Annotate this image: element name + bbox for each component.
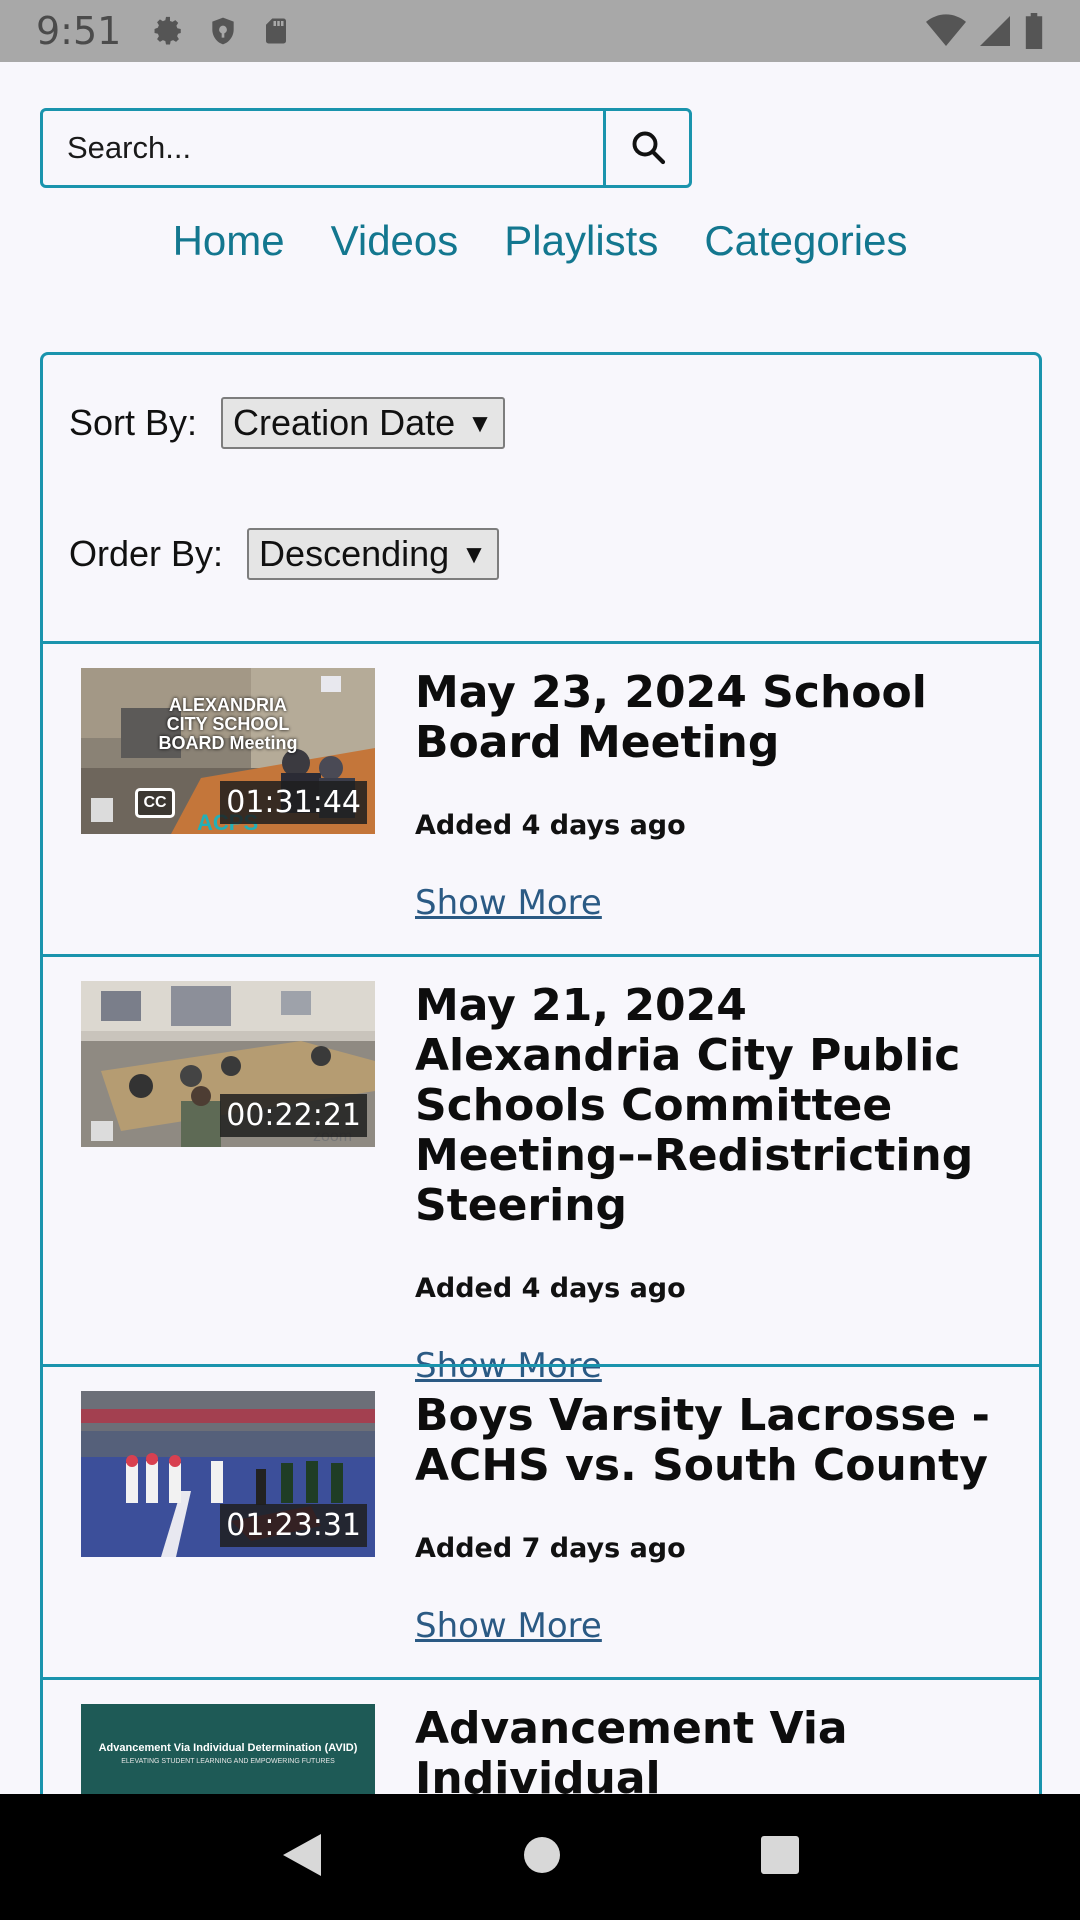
video-item: Advancement Via Individual Determination… [40,1677,1042,1794]
video-duration: 00:22:21 [220,1094,367,1137]
video-info: Advancement Via Individual Determination [415,1680,1015,1795]
wifi-icon [926,14,966,48]
sort-by-select[interactable]: Creation Date ▼ [221,397,505,449]
order-by-value: Descending [259,533,450,574]
home-icon[interactable] [522,1835,562,1880]
sort-by-row: Sort By: Creation Date ▼ [69,397,505,449]
video-thumbnail[interactable]: Advancement Via Individual Determination… [81,1704,375,1794]
video-duration: 01:23:31 [220,1504,367,1547]
search-button[interactable] [603,111,689,185]
video-thumbnail[interactable]: ACPS ALEXANDRIA CITY SCHOOL BOARD Meetin… [81,668,375,834]
video-info: May 21, 2024 Alexandria City Public Scho… [415,957,1015,1387]
recents-icon[interactable] [759,1834,801,1881]
video-title[interactable]: Advancement Via Individual Determination [415,1704,1015,1795]
sort-panel: Sort By: Creation Date ▼ Order By: Desce… [40,352,1042,644]
system-nav-bar [0,1794,1080,1920]
nav-playlists[interactable]: Playlists [504,217,658,265]
sort-by-value: Creation Date [233,402,456,443]
video-thumbnail[interactable]: zoom 00:22:21 [81,981,375,1147]
page-content: Home Videos Playlists Categories Sort By… [0,62,1080,1794]
video-list: ACPS ALEXANDRIA CITY SCHOOL BOARD Meetin… [40,641,1042,1794]
video-info: May 23, 2024 School Board Meeting Added … [415,644,1015,924]
video-item: ACPS ALEXANDRIA CITY SCHOOL BOARD Meetin… [40,641,1042,957]
gear-icon [151,14,185,48]
closed-captions-icon: CC [135,788,175,818]
status-bar: 9:51 [0,0,1080,62]
sort-by-label: Sort By: [69,402,198,443]
status-icons-left [151,14,291,48]
show-more-link[interactable]: Show More [415,1606,602,1646]
thumbnail-caption: ALEXANDRIA CITY SCHOOL BOARD Meeting [158,695,298,753]
video-title[interactable]: Boys Varsity Lacrosse - ACHS vs. South C… [415,1391,1015,1491]
thumbnail-subcaption: ELEVATING STUDENT LEARNING AND EMPOWERIN… [121,1758,335,1765]
search-input[interactable] [43,111,603,185]
video-duration: 01:31:44 [220,781,367,824]
order-by-row: Order By: Descending ▼ [69,528,499,580]
search-icon [630,129,666,168]
video-thumbnail[interactable]: 01:23:31 [81,1391,375,1557]
nav-home[interactable]: Home [173,217,285,265]
show-more-link[interactable]: Show More [415,883,602,923]
battery-icon [1024,13,1044,49]
video-title[interactable]: May 21, 2024 Alexandria City Public Scho… [415,981,1015,1231]
nav-videos[interactable]: Videos [331,217,459,265]
dropdown-arrow-icon: ▼ [461,538,487,569]
video-added-date: Added 4 days ago [415,810,686,841]
video-item: zoom 00:22:21 May 21, 2024 Alexandria Ci… [40,954,1042,1386]
main-nav: Home Videos Playlists Categories [0,217,1080,265]
nav-categories[interactable]: Categories [704,217,907,265]
signal-icon [980,14,1010,48]
video-added-date: Added 4 days ago [415,1273,686,1304]
thumbnail-caption: Advancement Via Individual Determination… [98,1742,358,1754]
video-item: 01:23:31 Boys Varsity Lacrosse - ACHS vs… [40,1364,1042,1680]
search-box [40,108,692,188]
video-info: Boys Varsity Lacrosse - ACHS vs. South C… [415,1367,1015,1647]
dropdown-arrow-icon: ▼ [467,407,493,438]
video-title[interactable]: May 23, 2024 School Board Meeting [415,668,1015,768]
back-icon[interactable] [279,1830,325,1885]
sd-card-icon [261,14,291,48]
status-time: 9:51 [36,9,122,53]
shield-icon [207,14,239,48]
video-added-date: Added 7 days ago [415,1533,686,1564]
status-icons-right [926,13,1044,49]
order-by-select[interactable]: Descending ▼ [247,528,499,580]
order-by-label: Order By: [69,533,224,574]
